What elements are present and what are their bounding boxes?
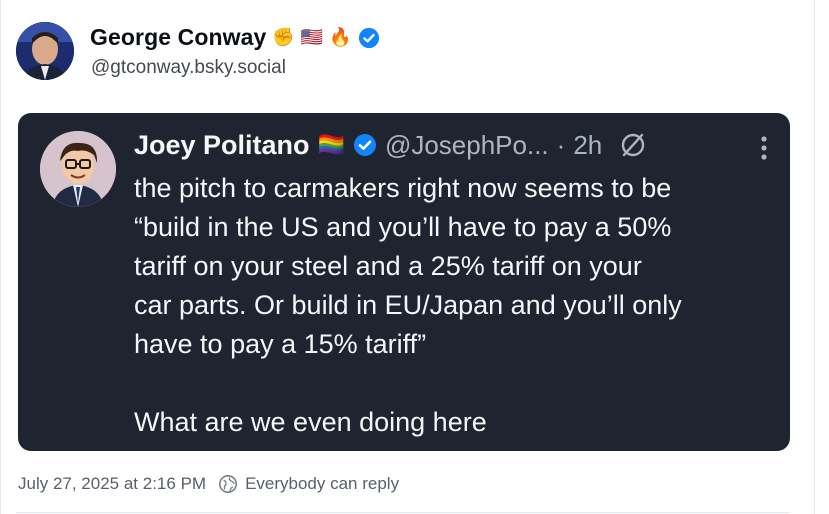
post-divider — [16, 512, 790, 513]
us-flag-emoji: 🇺🇸 — [300, 27, 324, 47]
post-footer: July 27, 2025 at 2:16 PM Everybody can r… — [18, 474, 399, 494]
quoted-author-handle[interactable]: @JosephPo... — [385, 130, 549, 161]
quoted-author-avatar[interactable] — [40, 131, 116, 207]
post-timestamp[interactable]: July 27, 2025 at 2:16 PM — [18, 474, 206, 494]
quoted-post-header: Joey Politano 🏳️‍🌈 @JosephPo... · 2h — [134, 127, 774, 163]
bridged-post-icon — [622, 133, 645, 157]
more-options-icon[interactable] — [760, 135, 768, 161]
author-handle[interactable]: @gtconway.bsky.social — [91, 57, 286, 79]
globe-reply-icon — [219, 475, 238, 493]
frame-border-left — [0, 0, 1, 514]
author-name-row: George Conway ✊ 🇺🇸 🔥 — [90, 24, 380, 51]
fire-emoji: 🔥 — [329, 27, 352, 47]
quoted-author-display-name[interactable]: Joey Politano — [134, 130, 310, 161]
fist-emoji: ✊ — [272, 27, 295, 47]
quoted-post-text: the pitch to carmakers right now seems t… — [134, 173, 682, 437]
post-header: George Conway ✊ 🇺🇸 🔥 @gtconway.bsky.soci… — [16, 22, 796, 82]
reply-setting-label[interactable]: Everybody can reply — [245, 474, 399, 494]
verified-badge-icon[interactable] — [358, 27, 380, 49]
quoted-verified-badge-icon[interactable] — [353, 133, 377, 157]
quoted-post-age[interactable]: 2h — [573, 130, 602, 161]
author-display-name[interactable]: George Conway — [90, 24, 266, 51]
quoted-post-card[interactable]: Joey Politano 🏳️‍🌈 @JosephPo... · 2h the… — [18, 113, 790, 451]
author-avatar[interactable] — [16, 22, 74, 80]
separator-dot: · — [556, 129, 566, 160]
rainbow-flag-emoji: 🏳️‍🌈 — [317, 132, 345, 157]
frame-border-right — [814, 0, 815, 514]
